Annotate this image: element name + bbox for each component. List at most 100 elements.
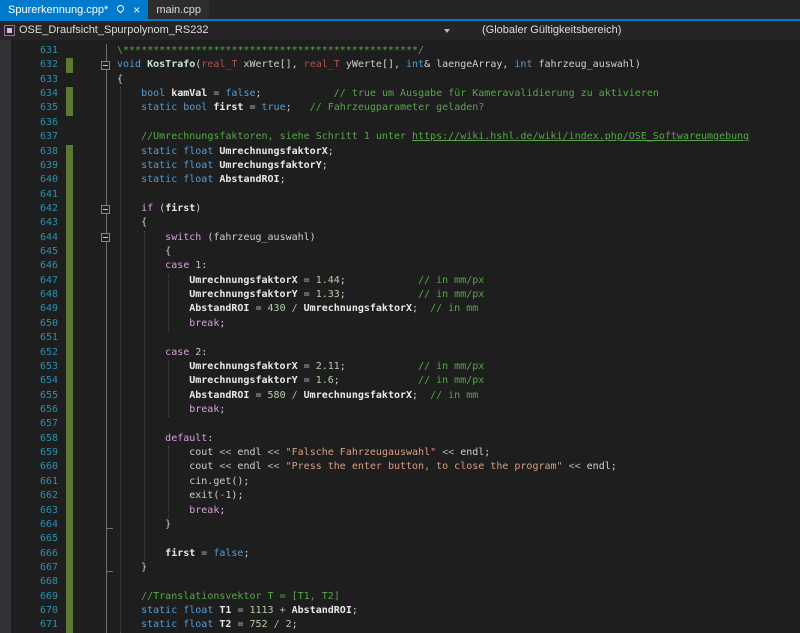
change-track-bar <box>66 101 73 115</box>
change-track-bar <box>66 288 73 302</box>
change-track-bar <box>66 145 73 159</box>
line-number: 664 <box>11 518 58 532</box>
code-text: cout << endl << "Press the enter button,… <box>117 460 617 474</box>
change-track-bar <box>66 173 73 187</box>
code-text: UmrechnungsfaktorY = 1.33; // in mm/px <box>117 288 484 302</box>
line-number: 645 <box>11 245 58 259</box>
change-track-bar <box>66 159 73 173</box>
scope-dropdown[interactable]: OSE_Draufsicht_Spurpolynom_RS232 <box>19 24 209 36</box>
fold-collapse-box[interactable] <box>101 61 110 70</box>
line-number: 663 <box>11 504 58 518</box>
line-number: 648 <box>11 288 58 302</box>
change-track-bar <box>66 87 73 101</box>
line-number: 638 <box>11 145 58 159</box>
code-text: cout << endl << "Falsche Fahrzeugauswahl… <box>117 446 490 460</box>
code-text: } <box>117 561 147 575</box>
tab-main-cpp[interactable]: main.cpp <box>148 0 209 19</box>
line-number: 658 <box>11 432 58 446</box>
change-track-bar <box>66 532 73 546</box>
change-track-bar <box>66 302 73 316</box>
code-text: static float UmrechnungsfaktorX; <box>117 145 334 159</box>
change-track-bar <box>66 389 73 403</box>
code-text: if (first) <box>117 202 201 216</box>
line-number: 640 <box>11 173 58 187</box>
change-track-bar <box>66 518 73 532</box>
change-track-bar <box>66 575 73 589</box>
line-number: 644 <box>11 231 58 245</box>
tab-spurerkennung[interactable]: Spurerkennung.cpp* × <box>0 0 148 19</box>
code-text: switch (fahrzeug_auswahl) <box>117 231 316 245</box>
code-text: AbstandROI = 430 / UmrechnungsfaktorX; /… <box>117 302 478 316</box>
line-number: 670 <box>11 604 58 618</box>
code-text: UmrechnungsfaktorX = 1.44; // in mm/px <box>117 274 484 288</box>
line-number: 657 <box>11 417 58 431</box>
line-number: 646 <box>11 259 58 273</box>
change-track-bar <box>66 202 73 216</box>
line-number: 649 <box>11 302 58 316</box>
indent-guide <box>168 274 169 331</box>
line-number: 647 <box>11 274 58 288</box>
code-text: first = false; <box>117 547 249 561</box>
line-number: 660 <box>11 460 58 474</box>
code-text: break; <box>117 317 225 331</box>
tab-bar: Spurerkennung.cpp* × main.cpp <box>0 0 800 19</box>
code-text: cin.get(); <box>117 475 249 489</box>
line-number: 631 <box>11 44 58 58</box>
code-text: UmrechnungsfaktorY = 1.6; // in mm/px <box>117 374 484 388</box>
fold-region-end-tick <box>106 571 113 572</box>
change-track-bar <box>66 489 73 503</box>
line-number: 643 <box>11 216 58 230</box>
change-track-bar <box>66 346 73 360</box>
code-line[interactable]: 633{ <box>0 73 800 87</box>
cpp-file-scope-icon <box>4 25 15 36</box>
code-text: bool kamVal = false; // true um Ausgabe … <box>117 87 659 101</box>
code-text: static float T1 = 1113 + AbstandROI; <box>117 604 358 618</box>
indent-guide <box>120 87 121 633</box>
code-text: static float AbstandROI; <box>117 173 286 187</box>
line-number: 665 <box>11 532 58 546</box>
code-text: UmrechnungsfaktorX = 2.11; // in mm/px <box>117 360 484 374</box>
change-track-bar <box>66 317 73 331</box>
line-number: 652 <box>11 346 58 360</box>
change-track-bar <box>66 231 73 245</box>
close-icon[interactable]: × <box>133 4 140 16</box>
code-text: \***************************************… <box>117 44 424 58</box>
code-text: //Umrechnungsfaktoren, siehe Schritt 1 u… <box>117 130 749 144</box>
code-line[interactable]: 631 \************************************… <box>0 44 800 58</box>
change-track-bar <box>66 590 73 604</box>
code-text: void KosTrafo(real_T xWerte[], real_T yW… <box>117 58 641 72</box>
code-text: //Translationsvektor T = [T1, T2] <box>117 590 340 604</box>
line-number: 668 <box>11 575 58 589</box>
line-number: 639 <box>11 159 58 173</box>
line-number: 642 <box>11 202 58 216</box>
line-number: 641 <box>11 188 58 202</box>
change-track-bar <box>66 360 73 374</box>
tab-label: main.cpp <box>156 4 201 16</box>
code-text: { <box>117 73 123 87</box>
line-number: 653 <box>11 360 58 374</box>
line-number: 655 <box>11 389 58 403</box>
pin-icon[interactable] <box>116 4 126 14</box>
change-track-bar <box>66 403 73 417</box>
fold-region-end-tick <box>106 528 113 529</box>
change-track-bar <box>66 274 73 288</box>
code-editor[interactable]: 631 \************************************… <box>0 40 800 633</box>
outlining-line <box>106 44 107 633</box>
line-number: 636 <box>11 116 58 130</box>
change-track-bar <box>66 460 73 474</box>
member-dropdown[interactable]: (Globaler Gültigkeitsbereich) <box>482 24 621 36</box>
chevron-down-icon[interactable] <box>444 29 450 33</box>
change-track-bar <box>66 432 73 446</box>
change-track-bar <box>66 604 73 618</box>
change-track-bar <box>66 618 73 632</box>
code-text: AbstandROI = 580 / UmrechnungsfaktorX; /… <box>117 389 478 403</box>
code-text: exit(-1); <box>117 489 243 503</box>
fold-collapse-box[interactable] <box>101 205 110 214</box>
line-number: 662 <box>11 489 58 503</box>
line-number: 654 <box>11 374 58 388</box>
change-track-bar <box>66 245 73 259</box>
code-line[interactable]: 632void KosTrafo(real_T xWerte[], real_T… <box>0 58 800 72</box>
line-number: 656 <box>11 403 58 417</box>
change-track-bar <box>66 259 73 273</box>
fold-collapse-box[interactable] <box>101 233 110 242</box>
